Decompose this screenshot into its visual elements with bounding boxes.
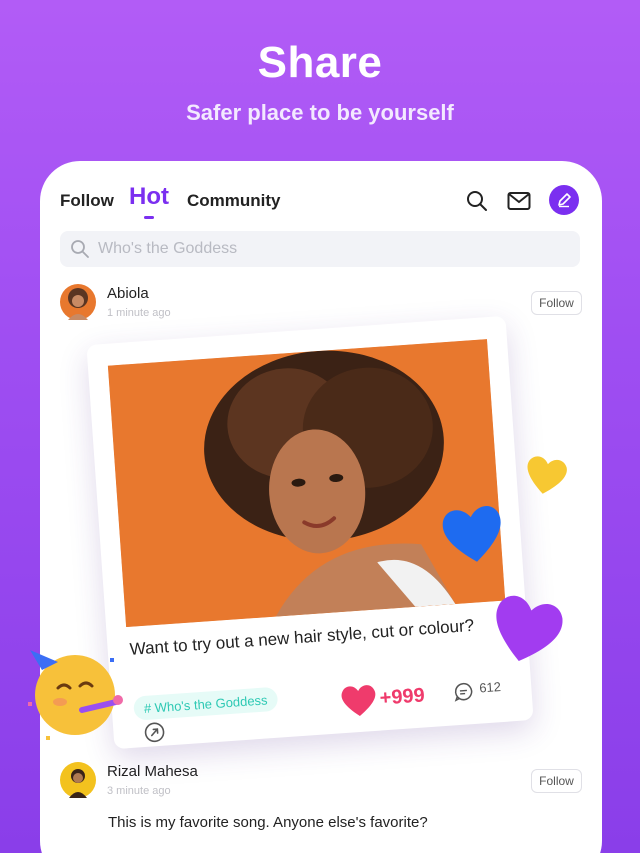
post-author[interactable]: Abiola <box>107 285 149 302</box>
post-time: 1 minute ago <box>107 307 171 319</box>
follow-button[interactable]: Follow <box>531 769 582 793</box>
avatar[interactable] <box>60 284 96 320</box>
party-face-icon <box>20 640 130 750</box>
hero-subtitle: Safer place to be yourself <box>186 100 454 125</box>
mail-icon[interactable] <box>505 187 533 215</box>
yellow-heart-icon <box>523 454 569 501</box>
hashtag-chip[interactable]: # Who's the Goddess <box>133 686 279 721</box>
top-navigation: Follow Hot Community <box>60 183 582 223</box>
tab-follow[interactable]: Follow <box>60 191 114 211</box>
active-tab-indicator <box>144 216 154 219</box>
purple-heart-icon <box>489 592 565 669</box>
post-text: This is my favorite song. Anyone else's … <box>108 814 428 831</box>
search-icon[interactable] <box>463 187 491 215</box>
comment-icon[interactable] <box>453 681 475 707</box>
pencil-icon[interactable] <box>549 185 579 215</box>
avatar[interactable] <box>60 762 96 798</box>
share-icon[interactable] <box>143 721 167 749</box>
search-bar[interactable] <box>60 231 580 267</box>
tab-community[interactable]: Community <box>187 191 281 211</box>
like-count: +999 <box>378 684 426 710</box>
tab-hot[interactable]: Hot <box>129 183 169 211</box>
comment-count: 612 <box>478 679 502 696</box>
post-time: 3 minute ago <box>107 785 171 797</box>
post-header: Rizal Mahesa 3 minute ago Follow <box>60 762 582 806</box>
post-photo[interactable] <box>107 339 506 628</box>
blue-heart-icon <box>440 502 506 569</box>
follow-button[interactable]: Follow <box>531 291 582 315</box>
hero-title: Share <box>257 38 383 87</box>
search-input[interactable] <box>98 231 558 267</box>
search-icon <box>70 239 90 264</box>
post-author[interactable]: Rizal Mahesa <box>107 763 198 780</box>
heart-icon[interactable] <box>339 682 380 724</box>
